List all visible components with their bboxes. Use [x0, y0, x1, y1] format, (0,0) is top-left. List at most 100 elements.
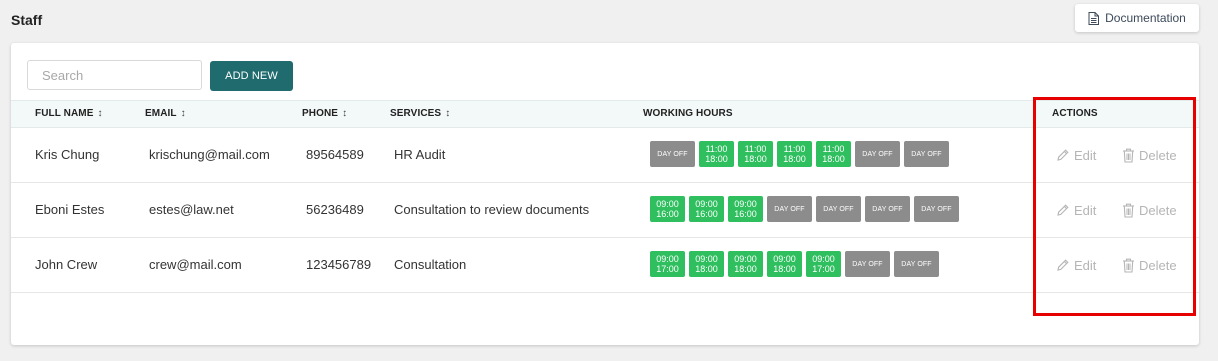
column-working-hours-label: WORKING HOURS — [643, 108, 733, 119]
day-off-slot: DAY OFF — [650, 141, 695, 167]
working-hours-slot: 09:00 17:00 — [806, 251, 841, 277]
add-new-button[interactable]: ADD NEW — [210, 61, 293, 91]
staff-name: Kris Chung — [35, 147, 100, 162]
working-hours-slot: 11:00 18:00 — [816, 141, 851, 167]
staff-service: Consultation — [394, 257, 467, 272]
slot-start: 09:00 — [656, 199, 679, 209]
pencil-icon — [1056, 258, 1070, 272]
delete-label: Delete — [1139, 147, 1177, 163]
staff-email: krischung@mail.com — [149, 147, 270, 162]
working-hours: DAY OFF 11:00 18:00 11:00 18:00 11:00 18:00 11:… — [650, 141, 949, 167]
day-off-slot: DAY OFF — [914, 196, 959, 222]
sort-icon[interactable]: ↕ — [98, 108, 103, 119]
slot-start: 09:00 — [734, 254, 757, 264]
slot-start: 09:00 — [812, 254, 835, 264]
slot-start: 11:00 — [705, 144, 728, 154]
slot-end: 17:00 — [656, 264, 679, 274]
edit-button[interactable]: Edit — [1056, 238, 1096, 292]
slot-start: 11:00 — [822, 144, 845, 154]
working-hours-slot: 09:00 18:00 — [689, 251, 724, 277]
slot-start: 09:00 — [773, 254, 796, 264]
day-off-slot: DAY OFF — [855, 141, 900, 167]
edit-label: Edit — [1074, 257, 1097, 273]
pencil-icon — [1056, 203, 1070, 217]
slot-end: 16:00 — [695, 209, 718, 219]
staff-phone: 56236489 — [306, 202, 364, 217]
staff-phone: 89564589 — [306, 147, 364, 162]
staff-email: crew@mail.com — [149, 257, 242, 272]
day-off-slot: DAY OFF — [904, 141, 949, 167]
slot-start: 09:00 — [734, 199, 757, 209]
edit-label: Edit — [1074, 202, 1097, 218]
table-row: John Crew crew@mail.com 123456789 Consultat… — [11, 238, 1199, 293]
column-email-label: EMAIL — [145, 108, 177, 119]
day-off-slot: DAY OFF — [845, 251, 890, 277]
delete-button[interactable]: Delete — [1122, 238, 1177, 292]
slot-start: 09:00 — [695, 199, 718, 209]
trash-icon — [1122, 148, 1135, 163]
column-working-hours: WORKING HOURS — [643, 101, 733, 127]
trash-icon — [1122, 258, 1135, 273]
delete-label: Delete — [1139, 257, 1177, 273]
sort-icon[interactable]: ↕ — [445, 108, 450, 119]
delete-label: Delete — [1139, 202, 1177, 218]
staff-name: Eboni Estes — [35, 202, 105, 217]
staff-service: Consultation to review documents — [394, 202, 590, 217]
slot-end: 18:00 — [822, 154, 845, 164]
trash-icon — [1122, 203, 1135, 218]
column-actions: ACTIONS — [1052, 101, 1098, 127]
sort-icon[interactable]: ↕ — [181, 108, 186, 119]
edit-button[interactable]: Edit — [1056, 183, 1096, 237]
column-actions-label: ACTIONS — [1052, 108, 1098, 119]
delete-button[interactable]: Delete — [1122, 183, 1177, 237]
slot-end: 16:00 — [656, 209, 679, 219]
slot-end: 18:00 — [744, 154, 767, 164]
slot-end: 17:00 — [812, 264, 835, 274]
column-services[interactable]: SERVICES ↕ — [390, 101, 450, 127]
working-hours-slot: 09:00 16:00 — [689, 196, 724, 222]
slot-end: 18:00 — [695, 264, 718, 274]
working-hours: 09:00 16:00 09:00 16:00 09:00 16:00 DAY OFF DAY… — [650, 196, 959, 222]
column-services-label: SERVICES — [390, 108, 442, 119]
working-hours-slot: 09:00 16:00 — [650, 196, 685, 222]
working-hours-slot: 09:00 16:00 — [728, 196, 763, 222]
staff-phone: 123456789 — [306, 257, 372, 272]
working-hours-slot: 11:00 18:00 — [777, 141, 812, 167]
column-full-name[interactable]: FULL NAME ↕ — [35, 101, 103, 127]
edit-label: Edit — [1074, 147, 1097, 163]
staff-email: estes@law.net — [149, 202, 234, 217]
search-input[interactable] — [27, 60, 202, 90]
working-hours-slot: 11:00 18:00 — [738, 141, 773, 167]
slot-start: 11:00 — [783, 144, 806, 154]
slot-start: 11:00 — [744, 144, 767, 154]
sort-icon[interactable]: ↕ — [342, 108, 347, 119]
documentation-button[interactable]: Documentation — [1075, 4, 1199, 32]
column-full-name-label: FULL NAME — [35, 108, 94, 119]
table-header: FULL NAME ↕ EMAIL ↕ PHONE ↕ SERVICES ↕ WORKI… — [11, 100, 1199, 128]
slot-start: 09:00 — [656, 254, 679, 264]
day-off-slot: DAY OFF — [865, 196, 910, 222]
slot-end: 16:00 — [734, 209, 757, 219]
document-icon — [1088, 11, 1100, 25]
column-email[interactable]: EMAIL ↕ — [145, 101, 186, 127]
working-hours-slot: 09:00 18:00 — [767, 251, 802, 277]
slot-end: 18:00 — [705, 154, 728, 164]
documentation-label: Documentation — [1105, 11, 1186, 25]
staff-service: HR Audit — [394, 147, 446, 162]
day-off-slot: DAY OFF — [767, 196, 812, 222]
slot-start: 09:00 — [695, 254, 718, 264]
working-hours-slot: 09:00 17:00 — [650, 251, 685, 277]
table-row: Kris Chung krischung@mail.com 89564589 HR A… — [11, 128, 1199, 183]
slot-end: 18:00 — [734, 264, 757, 274]
edit-button[interactable]: Edit — [1056, 128, 1096, 182]
day-off-slot: DAY OFF — [894, 251, 939, 277]
staff-name: John Crew — [35, 257, 98, 272]
delete-button[interactable]: Delete — [1122, 128, 1177, 182]
pencil-icon — [1056, 148, 1070, 162]
column-phone[interactable]: PHONE ↕ — [302, 101, 347, 127]
staff-card: ADD NEW FULL NAME↕ EMAIL↕ PHONE↕ SERVICE… — [11, 43, 1199, 345]
slot-end: 18:00 — [773, 264, 796, 274]
column-phone-label: PHONE — [302, 108, 339, 119]
page-title: Staff — [11, 12, 43, 28]
day-off-slot: DAY OFF — [816, 196, 861, 222]
